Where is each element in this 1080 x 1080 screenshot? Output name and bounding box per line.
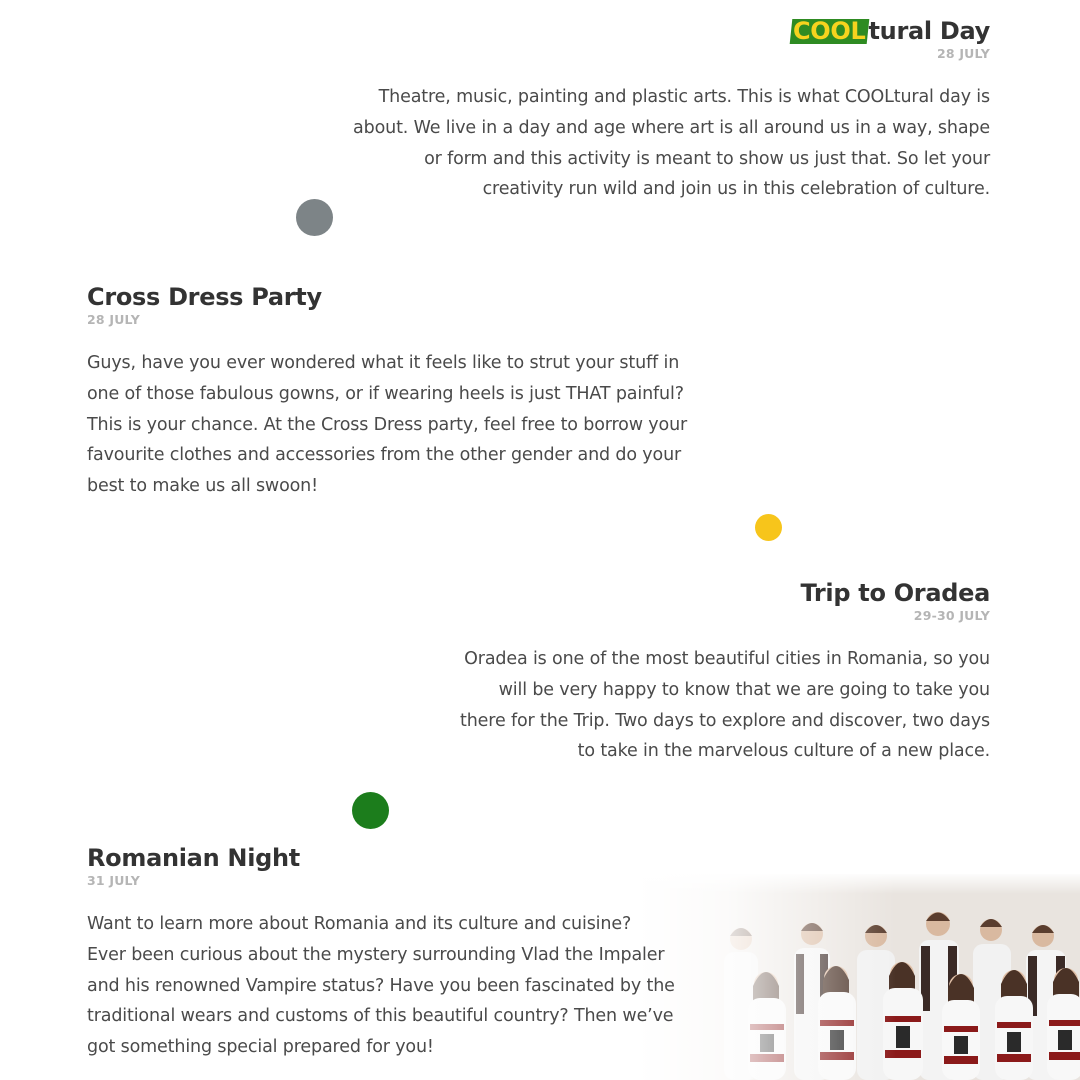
event-date: 31 JULY [87,873,141,888]
green-dot [352,792,389,829]
event-description: Theatre, music, painting and plastic art… [353,87,990,200]
title-rest: tural Day [868,17,991,45]
event-romanian-night: Romanian Night 31 JULY Want to learn mor… [87,843,787,1063]
gray-dot [296,199,333,236]
event-date: 29-30 JULY [913,608,990,623]
event-description: Guys, have you ever wondered what it fee… [87,353,688,497]
event-title: Trip to Oradea [800,579,990,607]
event-trip-to-oradea: Trip to Oradea 29-30 JULY Oradea is one … [350,578,990,767]
event-title: Romanian Night [87,844,300,872]
event-date: 28 JULY [87,312,141,327]
event-cross-dress-party: Cross Dress Party 28 JULY Guys, have you… [87,282,787,502]
yellow-dot [755,514,782,541]
event-title: COOL tural Day [270,16,990,46]
event-description: Want to learn more about Romania and its… [87,914,675,1058]
event-cooltural-day: COOL tural Day 28 JULY Theatre, music, pa… [270,16,990,205]
event-date: 28 JULY [936,46,990,61]
event-description: Oradea is one of the most beautiful citi… [460,649,990,762]
event-title: Cross Dress Party [87,283,322,311]
title-highlight: COOL [792,17,866,45]
